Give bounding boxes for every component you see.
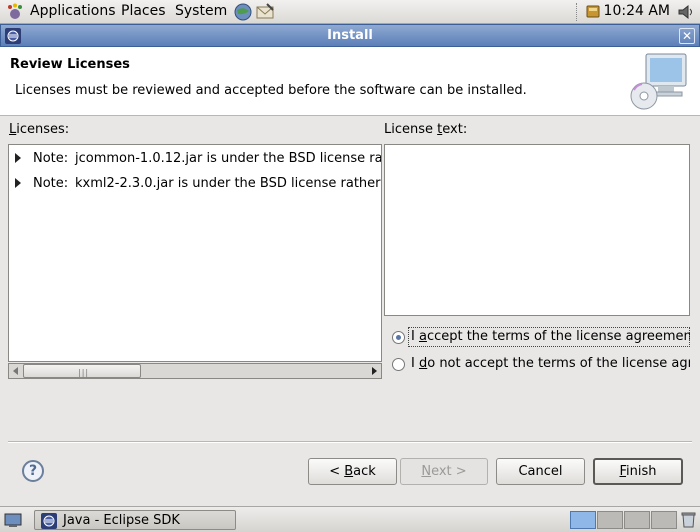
licenses-label: Licenses: bbox=[9, 122, 70, 137]
window-title: Install bbox=[327, 28, 373, 43]
email-launcher-icon[interactable] bbox=[254, 1, 276, 23]
help-icon: ? bbox=[28, 463, 38, 479]
cancel-button[interactable]: Cancel bbox=[496, 458, 585, 485]
scroll-left-icon[interactable] bbox=[9, 364, 23, 378]
volume-icon[interactable] bbox=[676, 2, 696, 22]
wizard-header: Review Licenses Licenses must be reviewe… bbox=[0, 47, 700, 116]
clock[interactable]: 10:24 AM bbox=[604, 3, 670, 19]
decline-radio[interactable] bbox=[392, 358, 405, 371]
button-bar-separator bbox=[8, 441, 692, 443]
note-prefix: Note: bbox=[33, 151, 69, 166]
list-item[interactable]: Note: kxml2-2.3.0.jar is under the BSD l… bbox=[9, 175, 381, 195]
workspace-3[interactable] bbox=[624, 511, 650, 529]
install-computer-cd-icon bbox=[630, 53, 687, 110]
note-prefix: Note: bbox=[33, 176, 69, 191]
eclipse-icon bbox=[41, 513, 57, 529]
web-browser-launcher-icon[interactable] bbox=[232, 1, 254, 23]
license-item-text: jcommon-1.0.12.jar is under the BSD lice… bbox=[75, 151, 382, 166]
expand-arrow-icon[interactable] bbox=[15, 153, 21, 163]
decline-label[interactable]: I do not accept the terms of the license… bbox=[411, 356, 690, 371]
scrollbar-thumb[interactable]: ||| bbox=[23, 364, 141, 378]
help-button[interactable]: ? bbox=[22, 460, 44, 482]
bottom-panel: Java - Eclipse SDK bbox=[0, 506, 700, 532]
gnome-foot-icon[interactable] bbox=[6, 3, 24, 21]
accept-radio[interactable] bbox=[392, 331, 405, 344]
places-menu[interactable]: Places bbox=[121, 3, 166, 19]
taskbar-item-label: Java - Eclipse SDK bbox=[63, 513, 180, 528]
license-item-text: kxml2-2.3.0.jar is under the BSD license… bbox=[75, 176, 381, 191]
page-description: Licenses must be reviewed and accepted b… bbox=[15, 83, 527, 98]
finish-button[interactable]: Finish bbox=[593, 458, 683, 485]
close-icon: ✕ bbox=[681, 29, 693, 43]
licenses-tree[interactable]: Note: jcommon-1.0.12.jar is under the BS… bbox=[8, 144, 382, 362]
trash-icon[interactable] bbox=[679, 510, 698, 529]
expand-arrow-icon[interactable] bbox=[15, 178, 21, 188]
next-button[interactable]: Next > bbox=[400, 458, 488, 485]
horizontal-scrollbar[interactable]: ||| bbox=[8, 363, 382, 379]
page-title: Review Licenses bbox=[10, 57, 130, 72]
workspace-1[interactable] bbox=[570, 511, 596, 529]
scroll-right-icon[interactable] bbox=[367, 364, 381, 378]
grip-icon: ||| bbox=[78, 368, 90, 377]
license-text-label: License text: bbox=[384, 122, 468, 137]
accept-label[interactable]: I accept the terms of the license agreem… bbox=[411, 329, 690, 344]
panel-separator bbox=[576, 3, 578, 21]
top-panel: Applications Places System 10:24 AM bbox=[0, 0, 700, 24]
title-bar[interactable]: Install ✕ bbox=[0, 24, 700, 47]
workspace-2[interactable] bbox=[597, 511, 623, 529]
close-button[interactable]: ✕ bbox=[679, 28, 695, 44]
back-button[interactable]: < Back bbox=[308, 458, 397, 485]
applications-menu[interactable]: Applications bbox=[30, 3, 116, 19]
workspace-4[interactable] bbox=[651, 511, 677, 529]
license-text-area[interactable] bbox=[384, 144, 690, 316]
update-notifier-icon[interactable] bbox=[584, 2, 602, 20]
install-dialog: Install ✕ Review Licenses Licenses must … bbox=[0, 24, 700, 504]
list-item[interactable]: Note: jcommon-1.0.12.jar is under the BS… bbox=[9, 150, 381, 170]
show-desktop-icon[interactable] bbox=[3, 510, 23, 530]
taskbar-item-eclipse[interactable]: Java - Eclipse SDK bbox=[34, 510, 236, 530]
system-menu[interactable]: System bbox=[175, 3, 227, 19]
